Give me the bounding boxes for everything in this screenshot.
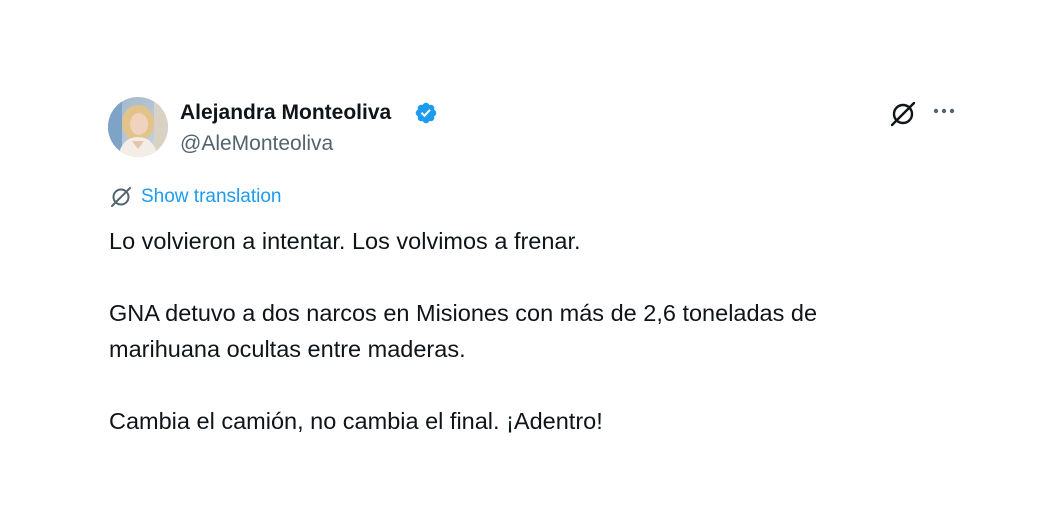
tweet-line: marihuana ocultas entre maderas. bbox=[109, 336, 466, 362]
tweet-line: Cambia el camión, no cambia el final. ¡A… bbox=[109, 408, 603, 434]
avatar-image bbox=[108, 97, 168, 157]
author-name[interactable]: Alejandra Monteoliva bbox=[180, 99, 391, 127]
author-handle[interactable]: @AleMonteoliva bbox=[180, 130, 333, 158]
tweet-card: Alejandra Monteoliva @AleMonteoliva Show… bbox=[0, 0, 1064, 524]
grok-translate-icon bbox=[111, 187, 131, 207]
avatar[interactable] bbox=[108, 97, 168, 157]
more-options-icon bbox=[933, 108, 955, 114]
verified-badge-icon[interactable] bbox=[414, 101, 438, 125]
grok-button[interactable] bbox=[889, 100, 917, 128]
tweet-text: Lo volvieron a intentar. Los volvimos a … bbox=[109, 223, 969, 439]
grok-icon bbox=[890, 101, 916, 127]
tweet-line: Lo volvieron a intentar. Los volvimos a … bbox=[109, 228, 581, 254]
show-translation-label: Show translation bbox=[141, 186, 282, 207]
tweet-line: GNA detuvo a dos narcos en Misiones con … bbox=[109, 300, 818, 326]
more-options-button[interactable] bbox=[929, 99, 959, 129]
show-translation-link[interactable]: Show translation bbox=[109, 184, 281, 210]
